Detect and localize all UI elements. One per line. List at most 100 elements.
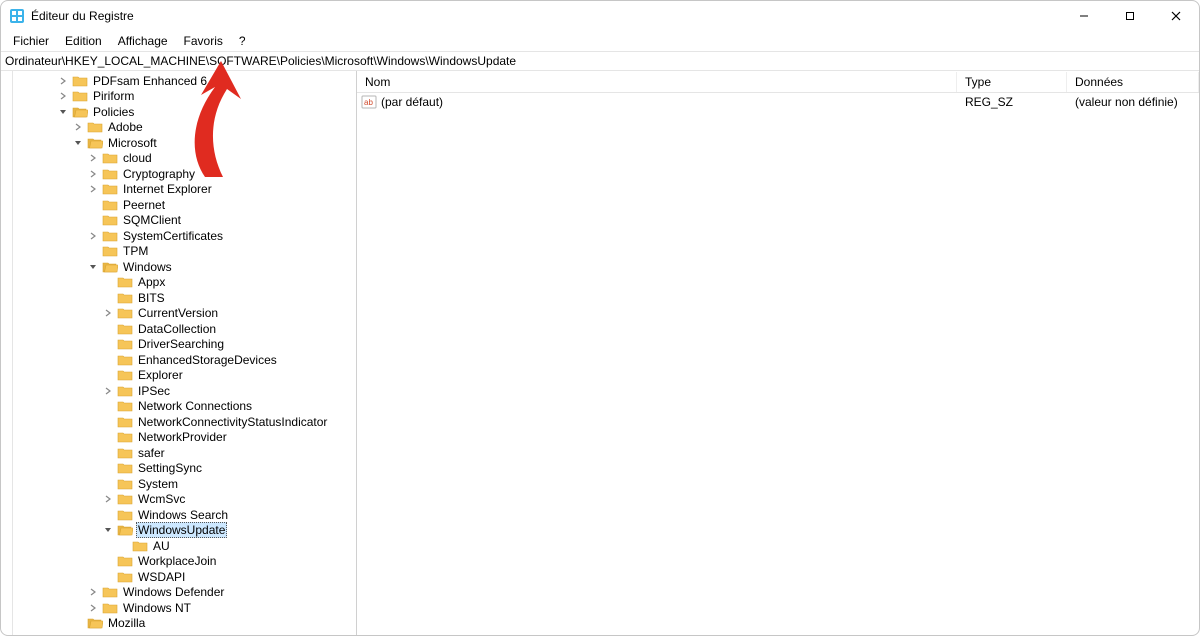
folder-icon — [102, 260, 118, 274]
tree-item[interactable]: DataCollection — [13, 321, 356, 337]
tree-item[interactable]: Explorer — [13, 368, 356, 384]
menu-item-fichier[interactable]: Fichier — [5, 32, 57, 50]
tree-item[interactable]: PDFsam Enhanced 6 — [13, 73, 356, 89]
minimize-button[interactable] — [1061, 1, 1107, 31]
chevron-right-icon[interactable] — [103, 386, 117, 396]
maximize-button[interactable] — [1107, 1, 1153, 31]
folder-icon — [117, 492, 133, 506]
tree-item[interactable]: Windows Defender — [13, 585, 356, 601]
string-value-icon: ab — [361, 94, 377, 110]
tree-item[interactable]: Peernet — [13, 197, 356, 213]
folder-icon — [117, 523, 133, 537]
tree-item[interactable]: Network Connections — [13, 399, 356, 415]
chevron-right-icon[interactable] — [88, 603, 102, 613]
menu-item-edition[interactable]: Edition — [57, 32, 110, 50]
tree-item[interactable]: WcmSvc — [13, 492, 356, 508]
tree-item[interactable]: IPSec — [13, 383, 356, 399]
folder-icon — [117, 430, 133, 444]
tree-item[interactable]: NetworkProvider — [13, 430, 356, 446]
tree-item-label: WSDAPI — [136, 570, 187, 584]
tree-item-label: EnhancedStorageDevices — [136, 353, 279, 367]
tree-item-label: NetworkProvider — [136, 430, 229, 444]
menu-item-favoris[interactable]: Favoris — [176, 32, 231, 50]
folder-icon — [102, 182, 118, 196]
header-type[interactable]: Type — [957, 72, 1067, 92]
tree-item[interactable]: Windows Search — [13, 507, 356, 523]
folder-icon — [102, 229, 118, 243]
chevron-right-icon[interactable] — [103, 308, 117, 318]
tree-item[interactable]: DriverSearching — [13, 337, 356, 353]
menu-item-affichage[interactable]: Affichage — [110, 32, 176, 50]
tree-item[interactable]: AU — [13, 538, 356, 554]
tree-item-label: Cryptography — [121, 167, 197, 181]
tree-item[interactable]: NetworkConnectivityStatusIndicator — [13, 414, 356, 430]
chevron-down-icon[interactable] — [103, 525, 117, 535]
tree-item[interactable]: Windows — [13, 259, 356, 275]
folder-icon — [117, 554, 133, 568]
value-type: REG_SZ — [957, 95, 1067, 109]
chevron-right-icon[interactable] — [88, 153, 102, 163]
header-data[interactable]: Données — [1067, 72, 1199, 92]
folder-icon — [87, 616, 103, 630]
tree-item-label: cloud — [121, 151, 154, 165]
window-title: Éditeur du Registre — [31, 9, 134, 23]
chevron-right-icon[interactable] — [88, 231, 102, 241]
tree-item-label: SQMClient — [121, 213, 183, 227]
values-panel: Nom Type Données ab(par défaut)REG_SZ(va… — [357, 71, 1199, 635]
chevron-down-icon[interactable] — [73, 138, 87, 148]
folder-icon — [117, 306, 133, 320]
chevron-down-icon[interactable] — [58, 107, 72, 117]
chevron-right-icon[interactable] — [73, 122, 87, 132]
folder-icon — [87, 136, 103, 150]
tree-item-label: PDFsam Enhanced 6 — [91, 74, 209, 88]
tree-item[interactable]: System — [13, 476, 356, 492]
tree-item[interactable]: SettingSync — [13, 461, 356, 477]
close-button[interactable] — [1153, 1, 1199, 31]
tree-item-label: WorkplaceJoin — [136, 554, 218, 568]
tree-panel[interactable]: PDFsam Enhanced 6PiriformPoliciesAdobe Mi… — [13, 71, 357, 635]
tree-item[interactable]: SQMClient — [13, 213, 356, 229]
chevron-right-icon[interactable] — [88, 587, 102, 597]
tree-item[interactable]: Mozilla — [13, 616, 356, 632]
tree-item[interactable]: WorkplaceJoin — [13, 554, 356, 570]
folder-icon — [72, 105, 88, 119]
tree-item[interactable]: Windows NT — [13, 600, 356, 616]
tree-item[interactable]: Internet Explorer — [13, 182, 356, 198]
tree-item-label: System — [136, 477, 180, 491]
tree-item[interactable]: SystemCertificates — [13, 228, 356, 244]
tree-item-label: Adobe — [106, 120, 145, 134]
tree-item[interactable]: WindowsUpdate — [13, 523, 356, 539]
tree-item-label: Internet Explorer — [121, 182, 214, 196]
folder-icon — [117, 368, 133, 382]
chevron-right-icon[interactable] — [58, 91, 72, 101]
tree-item[interactable]: TPM — [13, 244, 356, 260]
chevron-right-icon[interactable] — [58, 76, 72, 86]
tree-item[interactable]: EnhancedStorageDevices — [13, 352, 356, 368]
chevron-right-icon[interactable] — [88, 184, 102, 194]
tree-item[interactable]: Microsoft — [13, 135, 356, 151]
tree-item[interactable]: safer — [13, 445, 356, 461]
folder-icon — [72, 74, 88, 88]
chevron-down-icon[interactable] — [88, 262, 102, 272]
tree-item-label: safer — [136, 446, 167, 460]
chevron-right-icon[interactable] — [88, 169, 102, 179]
folder-icon — [102, 198, 118, 212]
tree-item-label: Microsoft — [106, 136, 159, 150]
chevron-right-icon[interactable] — [103, 494, 117, 504]
header-name[interactable]: Nom — [357, 72, 957, 92]
tree-item[interactable]: cloud — [13, 151, 356, 167]
tree-item[interactable]: CurrentVersion — [13, 306, 356, 322]
tree-item[interactable]: Piriform — [13, 89, 356, 105]
list-headers: Nom Type Données — [357, 71, 1199, 93]
tree-item[interactable]: Appx — [13, 275, 356, 291]
tree-item[interactable]: BITS — [13, 290, 356, 306]
tree-item[interactable]: Policies — [13, 104, 356, 120]
tree-item[interactable]: WSDAPI — [13, 569, 356, 585]
tree-item[interactable]: Cryptography — [13, 166, 356, 182]
value-row[interactable]: ab(par défaut)REG_SZ(valeur non définie) — [357, 93, 1199, 111]
menu-item-help[interactable]: ? — [231, 32, 254, 50]
address-bar[interactable]: Ordinateur\HKEY_LOCAL_MACHINE\SOFTWARE\P… — [1, 51, 1199, 71]
app-icon — [9, 8, 25, 24]
tree-item[interactable]: Adobe — [13, 120, 356, 136]
tree-item-label: TPM — [121, 244, 150, 258]
